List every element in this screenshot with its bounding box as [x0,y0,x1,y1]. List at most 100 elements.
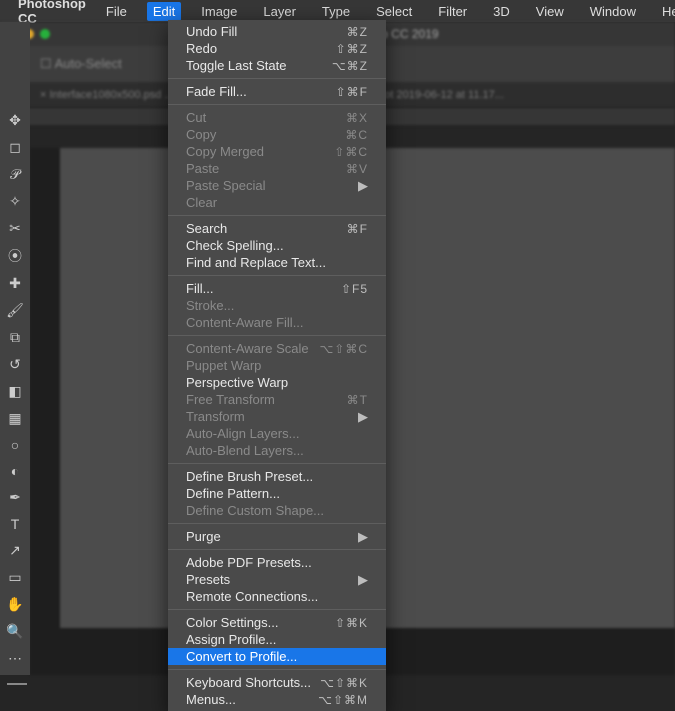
menu-item-label: Clear [186,195,217,210]
menubar-item-file[interactable]: File [100,2,133,21]
lasso-tool-icon[interactable]: 𝒫 [6,166,24,183]
rectangle-tool-icon[interactable]: ▭ [6,569,24,586]
menubar-item-image[interactable]: Image [195,2,243,21]
menu-item-label: Keyboard Shortcuts... [186,675,311,690]
menu-item-label: Content-Aware Fill... [186,315,304,330]
edit-toolbar-icon[interactable]: ⋯ [6,650,24,667]
menu-item-label: Search [186,221,227,236]
path-tool-icon[interactable]: ↗ [6,542,24,559]
tools-panel: ✥ ◻ 𝒫 ✧ ✂ ⦿ ✚ 🖌 ⧉ ↺ ◧ ▦ ○ ◐ ✒ T ↗ ▭ ✋ 🔍 … [0,22,30,675]
menu-separator [168,275,386,276]
menu-item-label: Paste [186,161,219,176]
crop-tool-icon[interactable]: ✂ [6,220,24,237]
menu-item-auto-align-layers: Auto-Align Layers... [168,425,386,442]
menu-item-check-spelling[interactable]: Check Spelling... [168,237,386,254]
menubar-item-edit[interactable]: Edit [147,2,181,21]
menu-separator [168,523,386,524]
type-tool-icon[interactable]: T [6,516,24,532]
menu-item-content-aware-fill: Content-Aware Fill... [168,314,386,331]
menu-item-label: Toggle Last State [186,58,286,73]
menu-item-label: Transform [186,409,245,424]
menu-item-cut: Cut⌘X [168,109,386,126]
menu-item-perspective-warp[interactable]: Perspective Warp [168,374,386,391]
clone-tool-icon[interactable]: ⧉ [6,329,24,346]
move-tool-icon[interactable]: ✥ [6,112,24,129]
menu-shortcut: ⇧⌘Z [336,42,368,56]
menu-item-undo-fill[interactable]: Undo Fill ⌘Z [168,23,386,40]
menu-shortcut: ⌘V [346,162,368,176]
menubar-item-help[interactable]: Help [656,2,675,21]
menubar-item-window[interactable]: Window [584,2,642,21]
menu-shortcut: ⇧⌘K [335,616,368,630]
history-brush-tool-icon[interactable]: ↺ [6,356,24,373]
menu-item-keyboard-shortcuts[interactable]: Keyboard Shortcuts...⌥⇧⌘K [168,674,386,691]
menu-item-label: Content-Aware Scale [186,341,309,356]
menu-item-label: Paste Special [186,178,266,193]
menu-shortcut: ⇧F5 [341,282,368,296]
healing-tool-icon[interactable]: ✚ [6,275,24,292]
menu-item-label: Free Transform [186,392,275,407]
blur-tool-icon[interactable]: ○ [6,437,24,453]
menu-item-define-brush-preset[interactable]: Define Brush Preset... [168,468,386,485]
menu-item-fill[interactable]: Fill...⇧F5 [168,280,386,297]
menubar-item-view[interactable]: View [530,2,570,21]
menu-item-puppet-warp: Puppet Warp [168,357,386,374]
menu-item-free-transform: Free Transform ⌘T [168,391,386,408]
menu-shortcut: ⌘T [347,393,368,407]
menu-item-label: Stroke... [186,298,234,313]
menu-item-presets[interactable]: Presets▶ [168,571,386,588]
menubar-item-3d[interactable]: 3D [487,2,516,21]
menu-item-convert-to-profile[interactable]: Convert to Profile... [168,648,386,665]
menu-item-toggle-last-state[interactable]: Toggle Last State⌥⌘Z [168,57,386,74]
menu-item-search[interactable]: Search ⌘F [168,220,386,237]
menu-separator [168,669,386,670]
background-color-swatch[interactable] [11,683,27,685]
pen-tool-icon[interactable]: ✒ [6,489,24,506]
menu-item-fade-fill[interactable]: Fade Fill...⇧⌘F [168,83,386,100]
menu-item-color-settings[interactable]: Color Settings... ⇧⌘K [168,614,386,631]
menu-item-copy-merged: Copy Merged⇧⌘C [168,143,386,160]
document-tab[interactable]: Interface1080x500.psd ... [40,89,174,101]
menu-item-label: Redo [186,41,217,56]
menu-item-stroke: Stroke... [168,297,386,314]
menu-item-purge[interactable]: Purge▶ [168,528,386,545]
menu-item-label: Color Settings... [186,615,279,630]
menu-item-label: Assign Profile... [186,632,276,647]
menu-item-adobe-pdf-presets[interactable]: Adobe PDF Presets... [168,554,386,571]
menu-item-transform: Transform▶ [168,408,386,425]
menu-item-menus[interactable]: Menus...⌥⇧⌘M [168,691,386,708]
brush-tool-icon[interactable]: 🖌 [6,302,24,319]
menu-item-find-and-replace-text[interactable]: Find and Replace Text... [168,254,386,271]
menu-item-label: Undo Fill [186,24,237,39]
menu-shortcut: ⌘Z [347,25,368,39]
menubar-item-layer[interactable]: Layer [257,2,302,21]
hand-tool-icon[interactable]: ✋ [6,596,24,613]
menu-item-auto-blend-layers: Auto-Blend Layers... [168,442,386,459]
menu-item-redo[interactable]: Redo ⇧⌘Z [168,40,386,57]
menu-item-define-pattern[interactable]: Define Pattern... [168,485,386,502]
menu-item-label: Auto-Blend Layers... [186,443,304,458]
menu-item-label: Menus... [186,692,236,707]
magic-wand-tool-icon[interactable]: ✧ [6,193,24,210]
menu-shortcut: ⇧⌘F [336,85,368,99]
menu-shortcut: ⌘F [347,222,368,236]
menubar-item-filter[interactable]: Filter [432,2,473,21]
menu-shortcut: ⌘C [345,128,368,142]
menubar-item-type[interactable]: Type [316,2,356,21]
menu-separator [168,215,386,216]
gradient-tool-icon[interactable]: ▦ [6,410,24,427]
menu-item-clear: Clear [168,194,386,211]
menu-item-label: Adobe PDF Presets... [186,555,312,570]
eyedropper-tool-icon[interactable]: ⦿ [6,247,24,265]
menu-item-remote-connections[interactable]: Remote Connections... [168,588,386,605]
menubar-item-select[interactable]: Select [370,2,418,21]
menu-item-label: Puppet Warp [186,358,261,373]
menu-item-assign-profile[interactable]: Assign Profile... [168,631,386,648]
zoom-tool-icon[interactable]: 🔍 [6,623,24,640]
marquee-tool-icon[interactable]: ◻ [6,139,24,156]
maximize-icon[interactable] [40,29,50,39]
menu-item-label: Check Spelling... [186,238,284,253]
dodge-tool-icon[interactable]: ◐ [6,463,24,479]
auto-select-toggle[interactable]: ☐ Auto-Select [40,56,122,72]
eraser-tool-icon[interactable]: ◧ [6,383,24,400]
